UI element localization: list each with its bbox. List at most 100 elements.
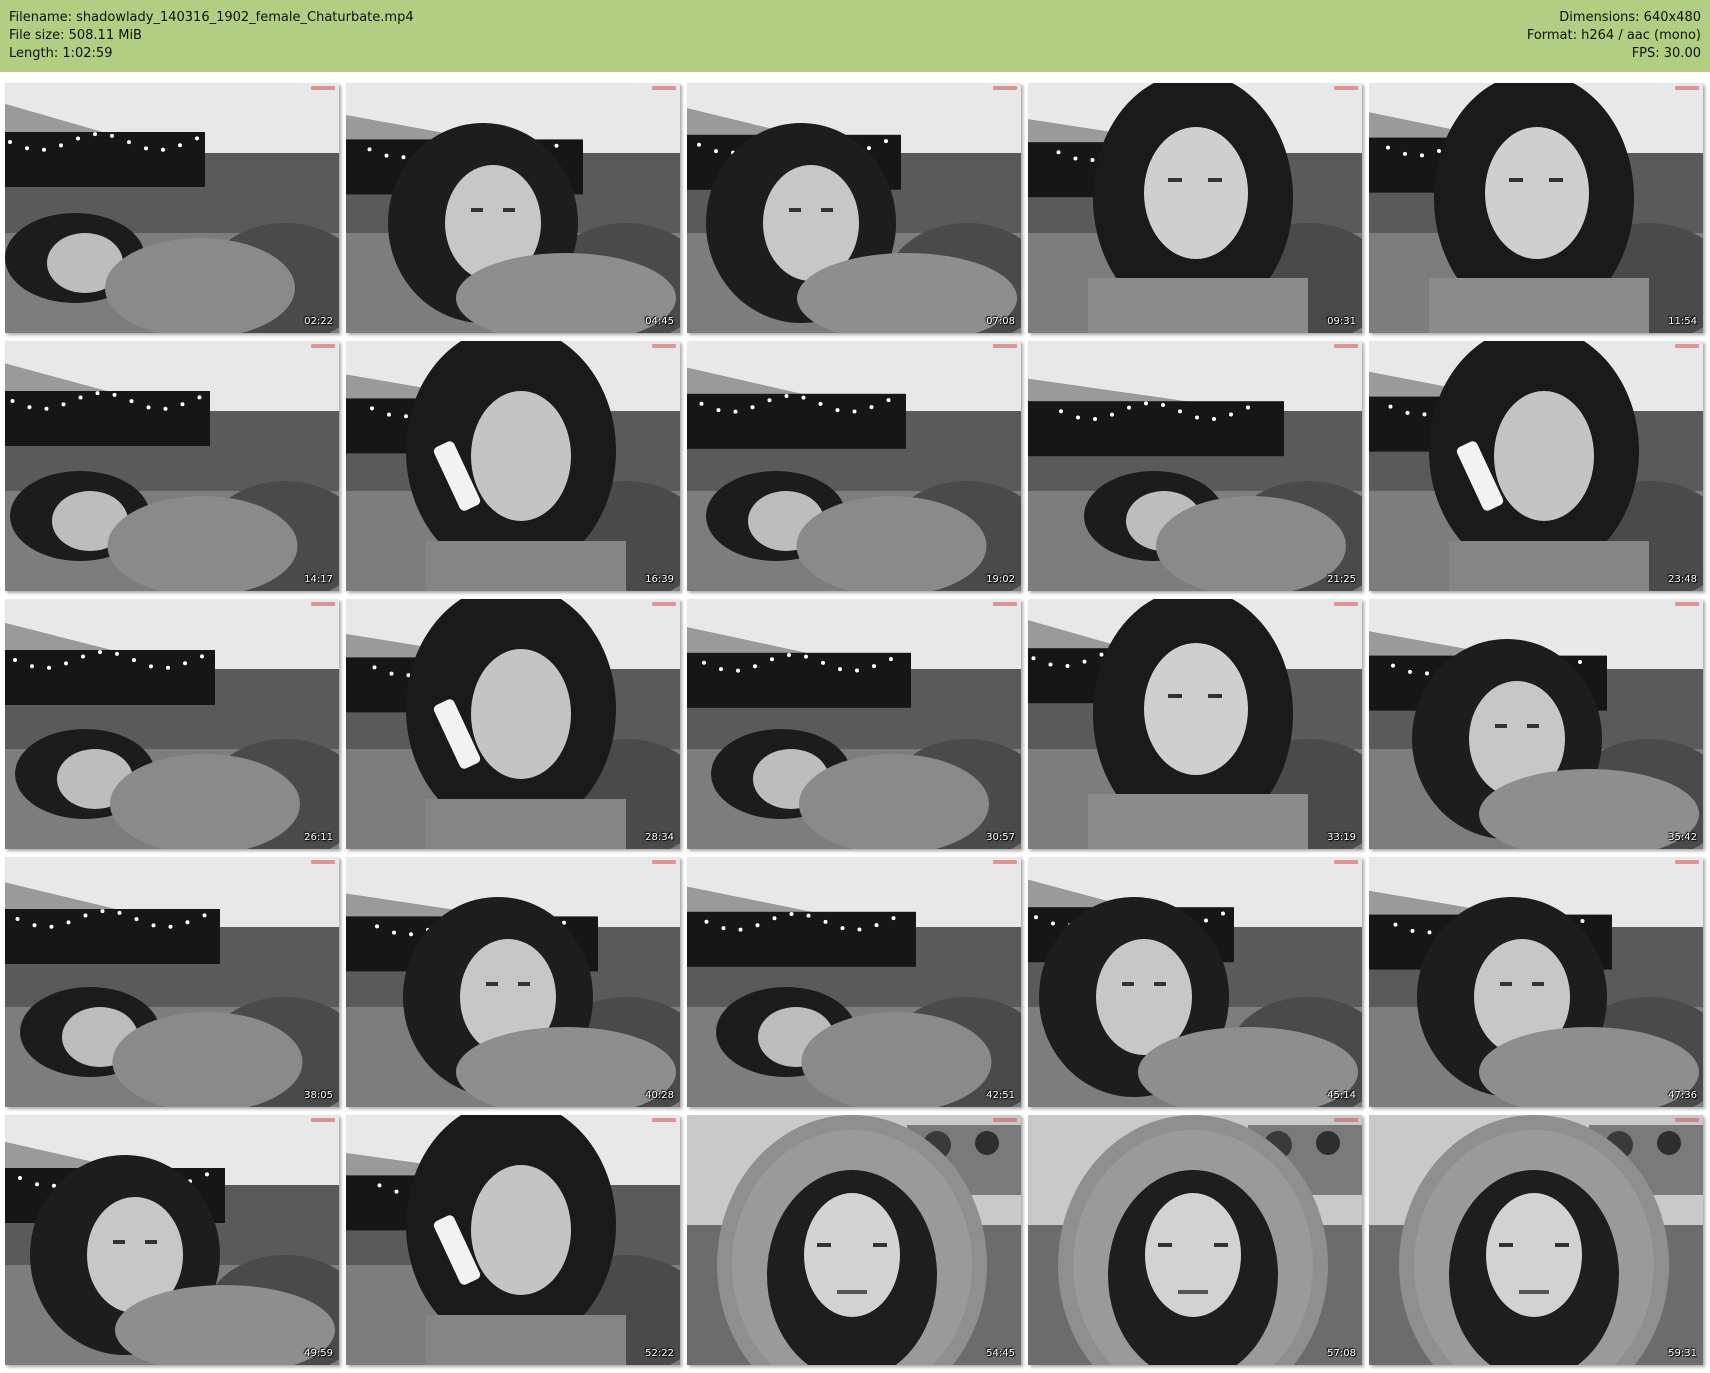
video-thumbnail[interactable]: 47:36 <box>1369 857 1703 1107</box>
thumbnail-timestamp: 35:42 <box>1668 832 1697 843</box>
thumbnail-frame-image <box>1369 341 1703 591</box>
thumbnail-frame-image <box>346 1115 680 1365</box>
video-thumbnail[interactable]: 33:19 <box>1028 599 1362 849</box>
thumbnail-timestamp: 23:48 <box>1668 574 1697 585</box>
watermark-mark <box>311 1118 335 1122</box>
watermark-mark <box>1334 602 1358 606</box>
video-thumbnail[interactable]: 45:14 <box>1028 857 1362 1107</box>
video-thumbnail[interactable]: 26:11 <box>5 599 339 849</box>
video-thumbnail[interactable]: 07:08 <box>687 83 1021 333</box>
watermark-mark <box>993 860 1017 864</box>
thumbnail-timestamp: 52:22 <box>645 1348 674 1359</box>
watermark-mark <box>652 344 676 348</box>
thumbnail-timestamp: 49:59 <box>304 1348 333 1359</box>
watermark-mark <box>1675 344 1699 348</box>
watermark-mark <box>1334 1118 1358 1122</box>
video-thumbnail[interactable]: 52:22 <box>346 1115 680 1365</box>
thumbnail-timestamp: 45:14 <box>1327 1090 1356 1101</box>
thumbnail-timestamp: 59:31 <box>1668 1348 1697 1359</box>
thumbnail-frame-image <box>1028 857 1362 1107</box>
video-thumbnail[interactable]: 02:22 <box>5 83 339 333</box>
thumbnail-timestamp: 21:25 <box>1327 574 1356 585</box>
video-thumbnail[interactable]: 28:34 <box>346 599 680 849</box>
video-thumbnail[interactable]: 42:51 <box>687 857 1021 1107</box>
thumbnail-timestamp: 33:19 <box>1327 832 1356 843</box>
video-thumbnail[interactable]: 38:05 <box>5 857 339 1107</box>
thumbnail-frame-image <box>5 1115 339 1365</box>
thumbnail-timestamp: 04:45 <box>645 316 674 327</box>
video-thumbnail[interactable]: 21:25 <box>1028 341 1362 591</box>
thumbnail-timestamp: 02:22 <box>304 316 333 327</box>
watermark-mark <box>1675 86 1699 90</box>
thumbnail-timestamp: 16:39 <box>645 574 674 585</box>
thumbnail-frame-image <box>687 1115 1021 1365</box>
thumbnail-frame-image <box>346 857 680 1107</box>
thumbnail-timestamp: 54:45 <box>986 1348 1015 1359</box>
thumbnail-frame-image <box>1028 1115 1362 1365</box>
thumbnail-timestamp: 09:31 <box>1327 316 1356 327</box>
watermark-mark <box>1675 860 1699 864</box>
thumbnail-timestamp: 40:28 <box>645 1090 674 1101</box>
watermark-mark <box>311 344 335 348</box>
video-thumbnail[interactable]: 04:45 <box>346 83 680 333</box>
thumbnail-frame-image <box>687 83 1021 333</box>
thumbnail-timestamp: 28:34 <box>645 832 674 843</box>
filename-text: Filename: shadowlady_140316_1902_female_… <box>9 10 414 25</box>
watermark-mark <box>652 86 676 90</box>
video-thumbnail[interactable]: 19:02 <box>687 341 1021 591</box>
dimensions-text: Dimensions: 640x480 <box>1559 10 1701 25</box>
thumbnail-frame-image <box>5 83 339 333</box>
watermark-mark <box>311 86 335 90</box>
thumbnail-frame-image <box>1028 599 1362 849</box>
thumbnail-frame-image <box>1369 1115 1703 1365</box>
thumbnail-timestamp: 30:57 <box>986 832 1015 843</box>
video-thumbnail[interactable]: 14:17 <box>5 341 339 591</box>
video-thumbnail[interactable]: 57:08 <box>1028 1115 1362 1365</box>
video-info: Dimensions: 640x480 Format: h264 / aac (… <box>1527 9 1701 63</box>
watermark-mark <box>1675 602 1699 606</box>
watermark-mark <box>311 602 335 606</box>
thumbnail-frame-image <box>1028 341 1362 591</box>
format-text: Format: h264 / aac (mono) <box>1526 28 1701 43</box>
watermark-mark <box>993 1118 1017 1122</box>
thumbnail-frame-image <box>1369 83 1703 333</box>
video-thumbnail[interactable]: 54:45 <box>687 1115 1021 1365</box>
watermark-mark <box>652 1118 676 1122</box>
thumbnail-timestamp: 11:54 <box>1668 316 1697 327</box>
watermark-mark <box>1334 860 1358 864</box>
thumbnail-frame-image <box>1369 599 1703 849</box>
thumbnail-frame-image <box>346 599 680 849</box>
thumbnail-frame-image <box>346 83 680 333</box>
watermark-mark <box>652 860 676 864</box>
watermark-mark <box>652 602 676 606</box>
video-thumbnail[interactable]: 35:42 <box>1369 599 1703 849</box>
thumbnail-frame-image <box>346 341 680 591</box>
video-thumbnail[interactable]: 23:48 <box>1369 341 1703 591</box>
thumbnail-timestamp: 47:36 <box>1668 1090 1697 1101</box>
thumbnail-timestamp: 38:05 <box>304 1090 333 1101</box>
thumbnail-frame-image <box>1369 857 1703 1107</box>
thumbnail-frame-image <box>687 599 1021 849</box>
watermark-mark <box>993 344 1017 348</box>
video-thumbnail[interactable]: 30:57 <box>687 599 1021 849</box>
video-thumbnail[interactable]: 40:28 <box>346 857 680 1107</box>
thumbnail-timestamp: 57:08 <box>1327 1348 1356 1359</box>
video-thumbnail[interactable]: 09:31 <box>1028 83 1362 333</box>
thumbnail-frame-image <box>5 599 339 849</box>
thumbnail-frame-image <box>5 341 339 591</box>
video-thumbnail[interactable]: 11:54 <box>1369 83 1703 333</box>
thumbnail-timestamp: 07:08 <box>986 316 1015 327</box>
video-thumbnail[interactable]: 16:39 <box>346 341 680 591</box>
thumbnail-timestamp: 26:11 <box>304 832 333 843</box>
watermark-mark <box>311 860 335 864</box>
file-info: Filename: shadowlady_140316_1902_female_… <box>9 9 414 63</box>
thumbnail-frame-image <box>5 857 339 1107</box>
watermark-mark <box>1334 344 1358 348</box>
length-text: Length: 1:02:59 <box>9 46 113 61</box>
info-header: Filename: shadowlady_140316_1902_female_… <box>0 0 1710 72</box>
video-thumbnail[interactable]: 59:31 <box>1369 1115 1703 1365</box>
video-thumbnail[interactable]: 49:59 <box>5 1115 339 1365</box>
thumbnail-timestamp: 19:02 <box>986 574 1015 585</box>
watermark-mark <box>1334 86 1358 90</box>
watermark-mark <box>1675 1118 1699 1122</box>
